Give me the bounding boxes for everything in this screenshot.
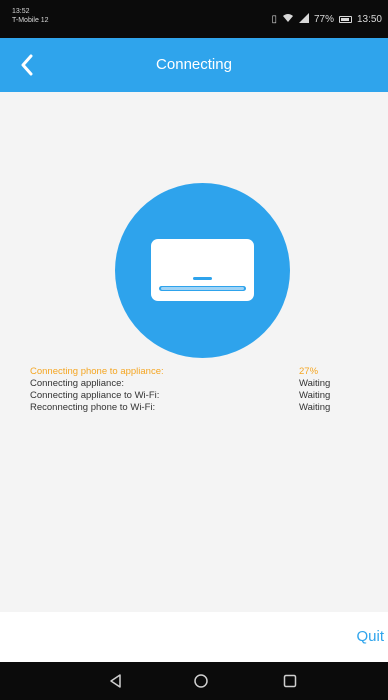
- nav-bar: [0, 662, 388, 700]
- step-status: Waiting: [299, 390, 331, 401]
- step-row: Connecting phone to appliance: 27%: [30, 366, 360, 377]
- signal-icon: [298, 13, 309, 26]
- step-row: Connecting appliance: Waiting: [30, 378, 360, 389]
- connection-steps: Connecting phone to appliance: 27% Conne…: [30, 366, 360, 414]
- step-row: Connecting appliance to Wi-Fi: Waiting: [30, 390, 360, 401]
- back-button[interactable]: [10, 48, 44, 82]
- step-status: 27%: [299, 366, 319, 377]
- vibrate-icon: ▯: [271, 14, 277, 25]
- status-left: 13:52 T-Mobile 12: [12, 7, 49, 25]
- nav-recent-icon[interactable]: [282, 673, 298, 689]
- quit-button[interactable]: Quit: [356, 627, 384, 647]
- nav-back-icon[interactable]: [108, 673, 124, 689]
- status-time-small: 13:52: [12, 8, 30, 15]
- wifi-icon: [282, 13, 294, 26]
- step-label: Connecting appliance:: [30, 378, 125, 389]
- back-arrow-icon: [21, 54, 33, 76]
- step-status: Waiting: [299, 378, 331, 389]
- status-bar: 13:52 T-Mobile 12 ▯ 77% 13:50: [0, 0, 388, 38]
- battery-icon: [338, 16, 352, 23]
- nav-home-icon[interactable]: [193, 673, 209, 689]
- step-row: Reconnecting phone to Wi-Fi: Waiting: [30, 402, 360, 413]
- footer: Quit: [0, 612, 388, 662]
- appliance-circle: [115, 183, 290, 358]
- step-status: Waiting: [299, 402, 331, 413]
- main-content: Connecting phone to appliance: 27% Conne…: [0, 92, 388, 612]
- page-title: Connecting: [156, 56, 232, 73]
- battery-percent: 77%: [313, 14, 334, 25]
- connecting-screen: 13:52 T-Mobile 12 ▯ 77% 13:50 Connecting: [0, 0, 388, 700]
- step-label: Connecting appliance to Wi-Fi:: [30, 390, 160, 401]
- status-right: ▯ 77% 13:50: [271, 13, 382, 26]
- air-conditioner-icon: [151, 239, 254, 301]
- app-header: Connecting: [0, 38, 388, 92]
- status-carrier: T-Mobile 12: [12, 17, 49, 24]
- step-label: Connecting phone to appliance:: [30, 366, 164, 377]
- step-label: Reconnecting phone to Wi-Fi:: [30, 402, 156, 413]
- status-clock: 13:50: [356, 14, 382, 25]
